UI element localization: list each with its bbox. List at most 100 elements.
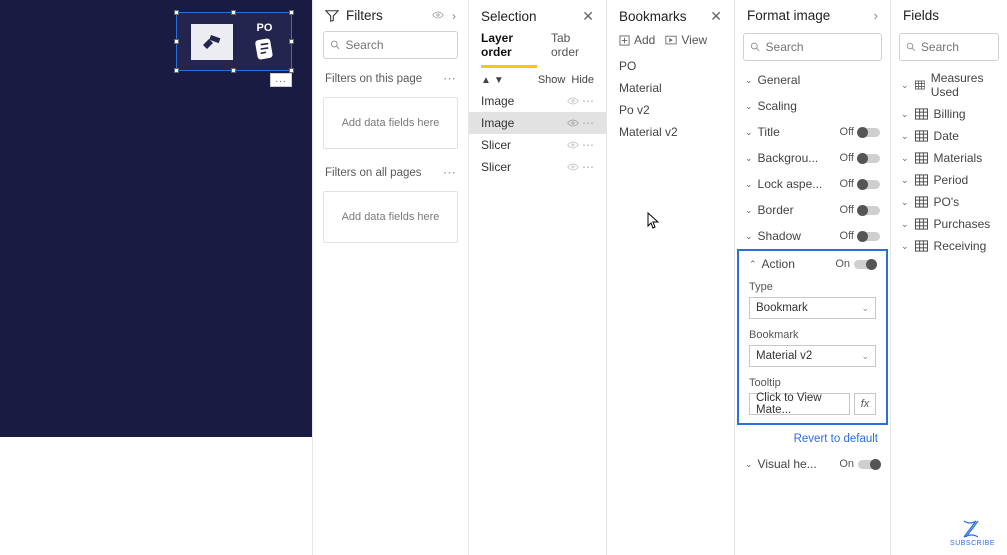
field-table[interactable]: ⌄Receiving (891, 235, 1007, 257)
field-table[interactable]: ⌄Period (891, 169, 1007, 191)
field-table[interactable]: ⌄Billing (891, 103, 1007, 125)
toggle-off[interactable]: Off (840, 126, 880, 138)
eye-icon[interactable] (567, 117, 579, 129)
bookmark-item[interactable]: Material v2 (619, 121, 722, 143)
selection-title: Selection (481, 9, 537, 24)
action-bookmark-label: Bookmark (739, 325, 886, 343)
filters-collapse-icon[interactable]: › (452, 9, 456, 23)
bookmark-view-button[interactable]: View (665, 33, 707, 47)
format-search-input[interactable] (766, 40, 875, 54)
field-table[interactable]: ⌄Purchases (891, 213, 1007, 235)
format-scaling[interactable]: ⌄Scaling (735, 93, 890, 119)
dna-icon (960, 519, 986, 539)
visual-po-label: PO (257, 22, 273, 34)
filters-on-page-drop[interactable]: Add data fields here (323, 97, 458, 149)
fields-search[interactable] (899, 33, 999, 61)
filter-icon (325, 9, 339, 23)
format-lock-aspect[interactable]: ⌄Lock aspe...Off (735, 171, 890, 197)
action-tooltip-label: Tooltip (739, 373, 886, 391)
fx-button[interactable]: fx (854, 393, 876, 415)
table-icon (915, 152, 928, 164)
eye-icon[interactable] (567, 139, 579, 151)
layer-item[interactable]: Image⋯ (469, 90, 606, 112)
layer-list: Image⋯ Image⋯ Slicer⋯ Slicer⋯ (469, 90, 606, 178)
selection-pane: Selection ✕ Layer order Tab order ▲▼ Sho… (468, 0, 606, 555)
action-type-select[interactable]: Bookmark⌄ (749, 297, 876, 319)
layer-item[interactable]: Image⋯ (469, 112, 606, 134)
filters-on-page-header[interactable]: Filters on this page⋯ (313, 67, 468, 91)
bookmarks-close-icon[interactable]: ✕ (710, 8, 722, 25)
visual-more-menu[interactable]: ... (270, 73, 292, 87)
field-table[interactable]: ⌄PO's (891, 191, 1007, 213)
format-action[interactable]: ⌃ActionOn (739, 251, 886, 277)
report-canvas[interactable]: PO ... (0, 0, 312, 555)
format-search[interactable] (743, 33, 882, 61)
more-icon[interactable]: ⋯ (582, 94, 594, 108)
selected-visual[interactable]: PO ... (176, 12, 292, 71)
fields-search-input[interactable] (921, 40, 992, 54)
toggle-off[interactable]: Off (840, 204, 880, 216)
table-icon (915, 108, 928, 120)
field-table[interactable]: ⌄Measures Used (891, 67, 1007, 103)
toggle-on[interactable]: On (835, 258, 876, 270)
action-type-label: Type (739, 277, 886, 295)
action-bookmark-select[interactable]: Material v2⌄ (749, 345, 876, 367)
more-icon[interactable]: ⋯ (443, 71, 456, 87)
tab-tab-order[interactable]: Tab order (551, 31, 594, 68)
more-icon[interactable]: ⋯ (582, 160, 594, 174)
filters-search-input[interactable] (345, 38, 451, 52)
toggle-off[interactable]: Off (840, 178, 880, 190)
filters-visibility-icon[interactable] (432, 9, 444, 21)
move-down-icon[interactable]: ▼ (494, 75, 504, 86)
selection-close-icon[interactable]: ✕ (582, 8, 594, 25)
search-icon (330, 39, 340, 51)
format-background[interactable]: ⌄Backgrou...Off (735, 145, 890, 171)
hammer-icon (191, 24, 233, 60)
format-border[interactable]: ⌄BorderOff (735, 197, 890, 223)
search-icon (750, 41, 761, 53)
table-icon (915, 174, 928, 186)
toggle-off[interactable]: Off (840, 152, 880, 164)
toggle-on[interactable]: On (839, 458, 880, 470)
filters-title: Filters (346, 8, 383, 23)
table-icon (915, 196, 928, 208)
subscribe-watermark: SUBSCRIBE (950, 519, 995, 547)
bookmark-add-button[interactable]: Add (619, 33, 655, 47)
more-icon[interactable]: ⋯ (582, 138, 594, 152)
table-icon (915, 130, 928, 142)
table-icon (915, 240, 928, 252)
format-collapse-icon[interactable]: › (874, 8, 878, 23)
hide-all-button[interactable]: Hide (571, 74, 594, 86)
format-visual-header[interactable]: ⌄Visual he...On (735, 451, 890, 477)
fields-pane: Fields ⌄Measures Used ⌄Billing ⌄Date ⌄Ma… (890, 0, 1007, 555)
fields-title: Fields (903, 8, 939, 23)
field-table[interactable]: ⌄Materials (891, 147, 1007, 169)
layer-item[interactable]: Slicer⋯ (469, 156, 606, 178)
more-icon[interactable]: ⋯ (443, 165, 456, 181)
tab-layer-order[interactable]: Layer order (481, 31, 537, 68)
eye-icon[interactable] (567, 161, 579, 173)
move-up-icon[interactable]: ▲ (481, 75, 491, 86)
format-title: Format image (747, 8, 830, 23)
field-table[interactable]: ⌄Date (891, 125, 1007, 147)
filters-all-pages-header[interactable]: Filters on all pages⋯ (313, 161, 468, 185)
table-icon (915, 218, 928, 230)
bookmark-item[interactable]: Po v2 (619, 99, 722, 121)
bookmark-item[interactable]: Material (619, 77, 722, 99)
format-shadow[interactable]: ⌄ShadowOff (735, 223, 890, 249)
toggle-off[interactable]: Off (840, 230, 880, 242)
view-icon (665, 35, 677, 46)
show-all-button[interactable]: Show (538, 74, 566, 86)
format-title[interactable]: ⌄TitleOff (735, 119, 890, 145)
filters-pane: Filters › Filters on this page⋯ Add data… (312, 0, 468, 555)
bookmark-item[interactable]: PO (619, 55, 722, 77)
layer-item[interactable]: Slicer⋯ (469, 134, 606, 156)
filters-all-pages-drop[interactable]: Add data fields here (323, 191, 458, 243)
action-tooltip-input[interactable]: Click to View Mate... (749, 393, 850, 415)
eye-icon[interactable] (567, 95, 579, 107)
more-icon[interactable]: ⋯ (582, 116, 594, 130)
revert-to-default-link[interactable]: Revert to default (735, 425, 890, 451)
format-general[interactable]: ⌄General (735, 67, 890, 93)
filters-search[interactable] (323, 31, 458, 59)
table-icon (915, 79, 925, 91)
